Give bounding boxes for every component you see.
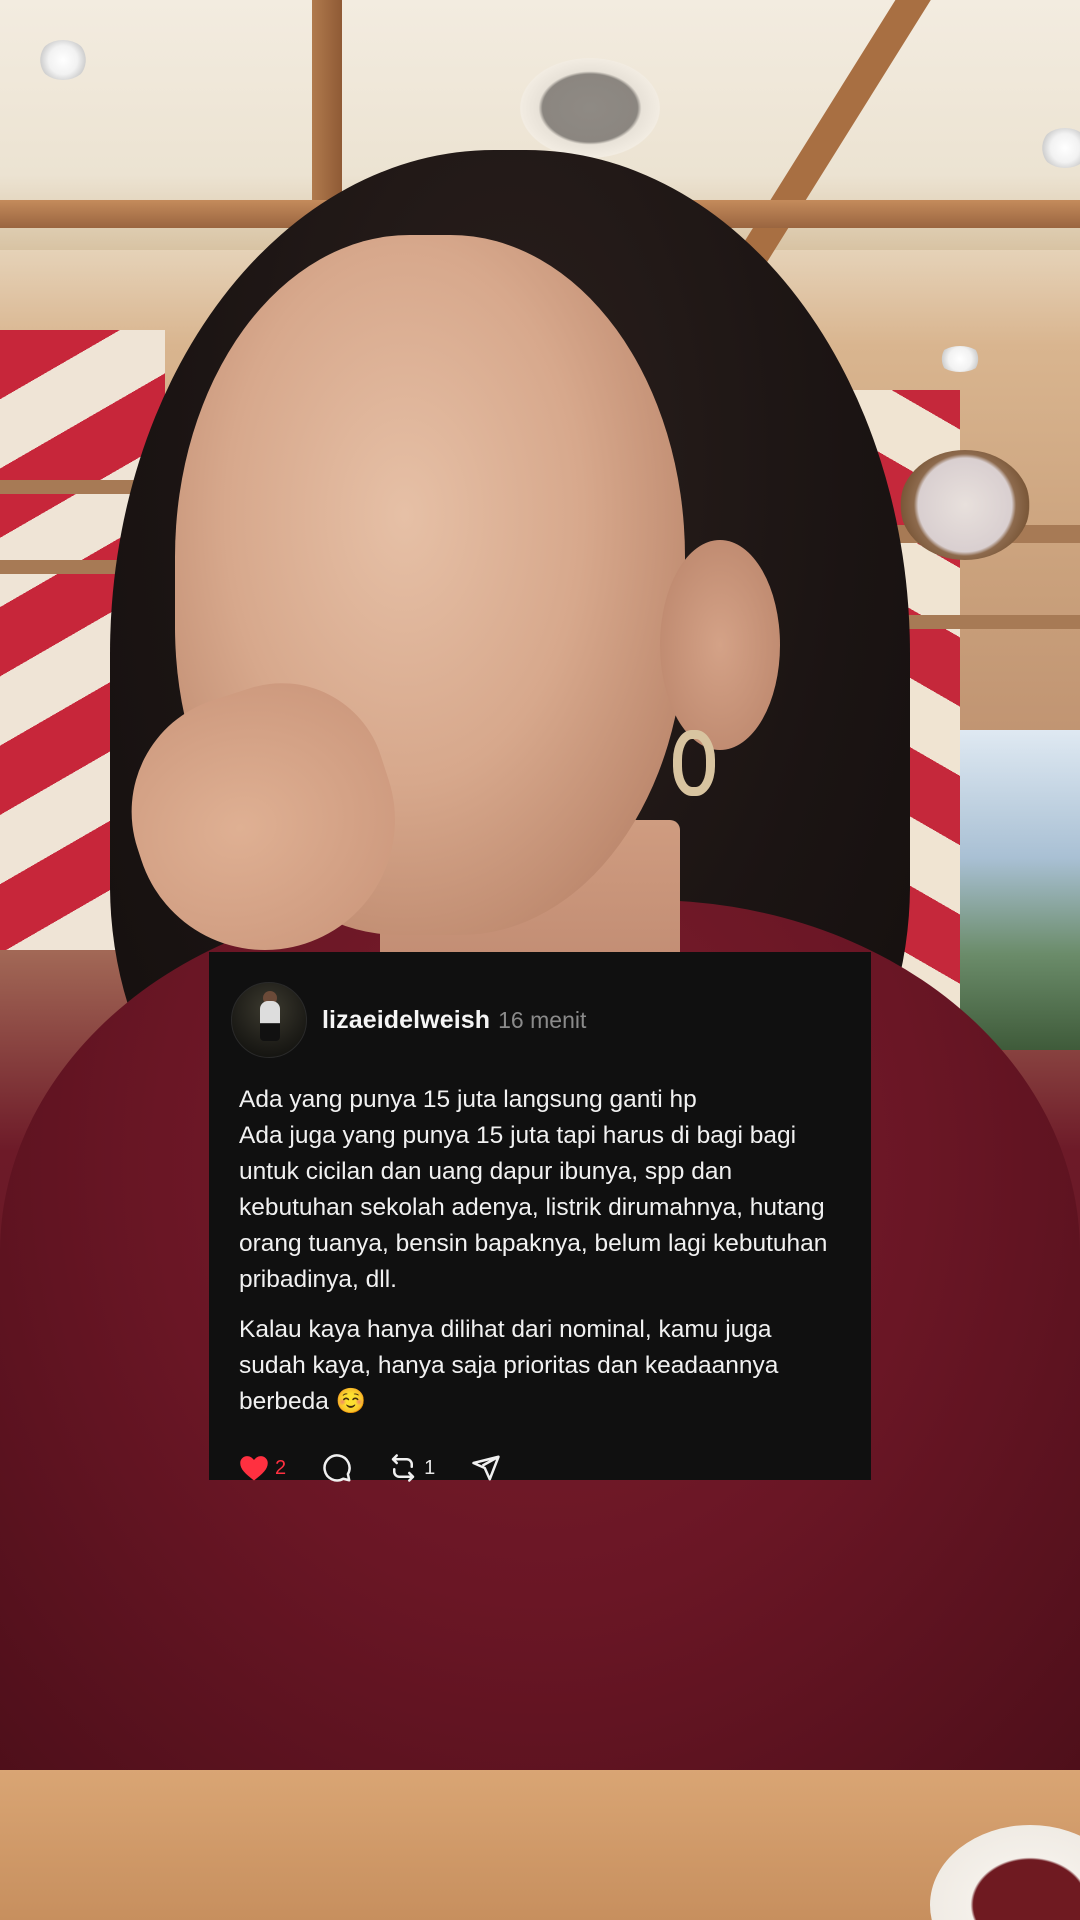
like-button[interactable]: 2	[239, 1454, 286, 1482]
decorative-plate	[900, 450, 1030, 560]
ceiling-light	[938, 346, 982, 372]
ceiling-light	[38, 40, 88, 80]
like-count: 2	[275, 1456, 287, 1479]
avatar[interactable]	[231, 982, 307, 1058]
post-time: 16 menit	[498, 1006, 587, 1033]
repost-icon	[391, 1454, 415, 1482]
ceiling-beam	[312, 0, 342, 200]
post-header: lizaeidelweish 16 menit	[231, 952, 841, 1072]
post-paragraph: Kalau kaya hanya dilihat dari nominal, k…	[239, 1316, 779, 1415]
share-button[interactable]	[471, 1453, 501, 1483]
post-line: Ada juga yang punya 15 juta tapi harus d…	[239, 1122, 828, 1293]
ceiling-speaker	[520, 58, 660, 158]
heart-icon	[240, 1456, 268, 1481]
window	[960, 730, 1080, 1050]
action-bar: 2 1	[239, 1438, 841, 1498]
post-line: Ada yang punya 15 juta langsung ganti hp	[239, 1086, 697, 1113]
avatar-figure	[260, 1001, 280, 1041]
share-icon	[472, 1455, 500, 1481]
ear	[660, 540, 780, 750]
post-card[interactable]: lizaeidelweish 16 menit Ada yang punya 1…	[209, 952, 871, 1482]
comment-icon	[323, 1454, 351, 1482]
repost-button[interactable]: 1	[388, 1453, 435, 1483]
post-body: Ada yang punya 15 juta langsung ganti hp…	[239, 1072, 841, 1420]
username[interactable]: lizaeidelweish	[322, 1006, 490, 1035]
repost-count: 1	[424, 1456, 436, 1479]
comment-button[interactable]	[322, 1453, 352, 1483]
earring	[673, 730, 715, 796]
table	[0, 1770, 1080, 1920]
